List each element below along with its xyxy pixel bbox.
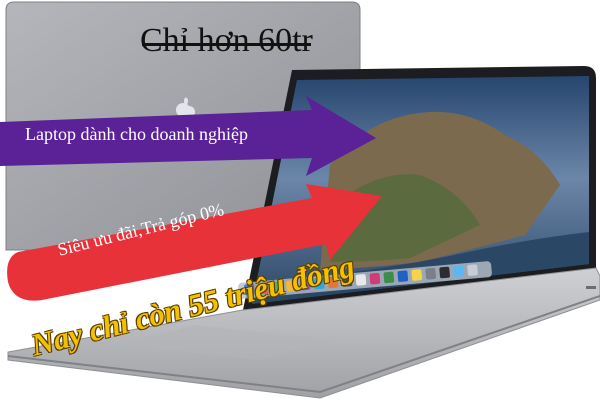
purple-banner-text: Laptop dành cho doanh nghiệp <box>25 124 248 144</box>
old-price-text: Chỉ hơn 60tr <box>140 22 313 59</box>
ad-scene: Chỉ hơn 60tr Laptop dành cho doanh nghiệ… <box>0 0 600 400</box>
